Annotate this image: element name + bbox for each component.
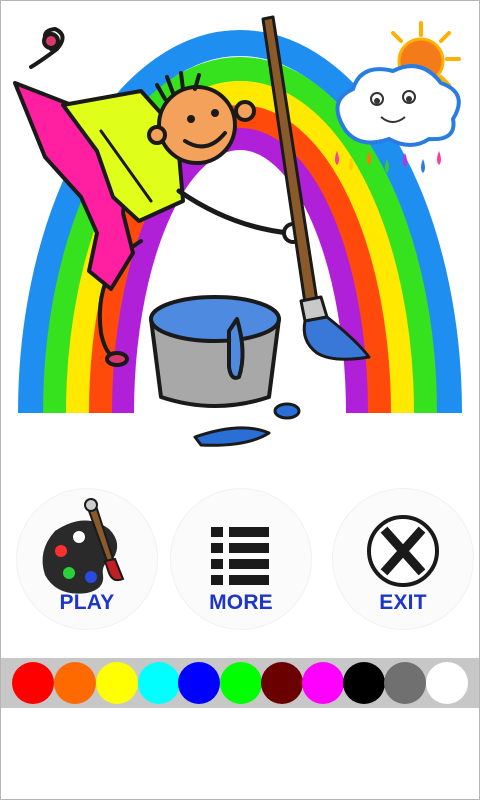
color-swatch-white[interactable] [426,662,468,704]
color-palette [1,658,479,708]
play-label: PLAY [59,591,115,614]
color-swatch-magenta[interactable] [302,662,344,704]
more-label: MORE [209,591,273,614]
more-button[interactable]: MORE [171,489,311,629]
color-swatch-green[interactable] [220,662,262,704]
color-swatch-black[interactable] [343,662,385,704]
color-swatch-red[interactable] [12,662,54,704]
hero-illustration [13,15,462,447]
color-swatch-gray[interactable] [384,662,426,704]
color-swatch-yellow[interactable] [96,662,138,704]
color-swatch-blue[interactable] [178,662,220,704]
color-swatch-cyan[interactable] [138,662,180,704]
color-swatch-maroon[interactable] [261,662,303,704]
color-swatch-orange[interactable] [54,662,96,704]
exit-label: EXIT [379,591,427,614]
play-button[interactable]: PLAY [17,489,157,629]
start-screen: PLAY MORE EXIT [0,0,480,800]
exit-button[interactable]: EXIT [333,489,473,629]
paint-bucket-icon [149,295,301,447]
